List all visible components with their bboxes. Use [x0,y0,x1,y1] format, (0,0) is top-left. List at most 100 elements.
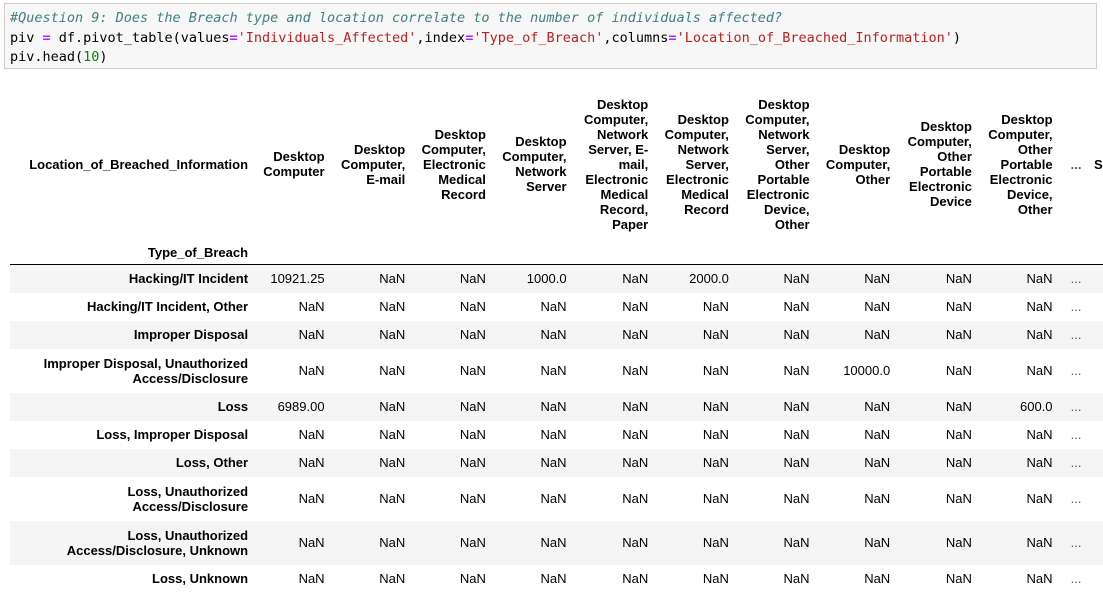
table-cell: NaN [459,399,486,414]
row-index-label: Loss, Unknown [152,571,249,586]
table-cell: 6989.00 [277,399,325,414]
row-index-label: Improper Disposal, Unauthorized Access/D… [43,355,249,386]
table-cell: 10921.25 [270,271,325,287]
row-index-label: Hacking/IT Incident, Other [86,299,249,314]
table-cell: NaN [945,455,972,470]
table-cell: NaN [783,299,810,314]
table-cell: NaN [379,535,406,550]
table-cell: NaN [622,327,649,342]
table-cell: NaN [864,399,891,414]
table-cell: NaN [864,455,891,470]
ellipsis-cell: ... [1070,571,1082,586]
table-cell: NaN [298,427,325,442]
ellipsis-cell: ... [1070,327,1082,342]
table-cell: NaN [622,571,649,586]
table-cell: NaN [622,363,649,378]
column-header: Desktop Computer, Electronic Medical Rec… [421,126,486,202]
table-cell: NaN [379,299,406,314]
table-cell: NaN [1026,271,1053,287]
table-cell: NaN [1088,565,1103,593]
table-cell: NaN [702,363,729,378]
table-cell: NaN [540,455,567,470]
table-cell: NaN [945,571,972,586]
column-header: Network Server, E-mail [1094,142,1103,172]
table-cell: NaN [945,327,972,342]
output-area: Location_of_Breached_Information Desktop… [10,88,1103,603]
ellipsis-cell: ... [1070,399,1082,414]
code-line-2: piv = df.pivot_table(values='Individuals… [10,29,962,46]
table-row: Loss, Unauthorized Access/Disclosure NaN N… [10,477,1103,521]
table-row: Loss, Unknown NaN NaN NaN NaN NaN NaN NaN NaN NaN… [10,565,1103,593]
column-header-ellipsis: ... [1070,156,1082,172]
table-row: Improper Disposal, Unauthorized Access/D… [10,349,1103,393]
table-cell: NaN [702,491,729,506]
row-index-label: Hacking/IT Incident [128,271,249,287]
row-index-label: Loss [217,399,249,414]
ellipsis-cell: ... [1070,427,1082,442]
table-cell: NaN [298,327,325,342]
table-cell: NaN [864,327,891,342]
table-cell: NaN [945,427,972,442]
table-row: Hacking/IT Incident 10921.25 NaN NaN 1000.0 N… [10,264,1103,293]
table-cell: NaN [379,427,406,442]
table-cell: NaN [459,491,486,506]
table-cell: NaN [1088,293,1103,321]
table-cell: NaN [702,455,729,470]
table-row: Improper Disposal NaN NaN NaN NaN NaN NaN NaN Na… [10,320,1103,349]
table-cell: NaN [1088,321,1103,349]
table-cell: NaN [1088,421,1103,449]
table-cell: NaN [540,571,567,586]
table-cell: NaN [298,455,325,470]
column-header: Desktop Computer, Network Server [502,134,567,194]
table-cell: NaN [1026,327,1053,342]
table-cell: NaN [945,491,972,506]
table-row: Hacking/IT Incident, Other NaN NaN NaN NaN Na… [10,293,1103,321]
row-index-label: Improper Disposal [133,327,249,342]
table-cell: NaN [1026,299,1053,314]
ellipsis-cell: ... [1070,299,1082,314]
ellipsis-cell: ... [1070,363,1082,378]
code-cell-input[interactable]: #Question 9: Does the Breach type and lo… [4,3,1097,69]
table-cell: NaN [1026,427,1053,442]
column-header: Desktop Computer, E-mail [340,141,406,187]
table-cell: NaN [298,571,325,586]
table-cell: NaN [783,491,810,506]
row-index-label: Loss, Unauthorized Access/Disclosure, Un… [66,527,249,558]
table-cell: 10000.0 [843,363,891,378]
table-cell: NaN [540,363,567,378]
table-cell: NaN [459,455,486,470]
code-line-3: piv.head(10) [10,49,108,65]
column-header: Desktop Computer, Other [825,141,891,187]
table-cell: NaN [622,271,649,287]
ellipsis-cell: ... [1070,535,1082,550]
table-cell: NaN [379,327,406,342]
table-cell: 2000.0 [689,271,729,287]
table-cell: NaN [783,455,810,470]
table-cell: NaN [298,535,325,550]
table-cell: NaN [702,299,729,314]
table-cell: NaN [1026,363,1053,378]
table-cell: NaN [864,299,891,314]
table-cell: NaN [1088,449,1103,477]
column-header: Desktop Computer, Network Server, Electr… [664,111,729,217]
table-cell: NaN [622,491,649,506]
table-cell: NaN [783,399,810,414]
table-cell: NaN [945,299,972,314]
table-cell: NaN [1088,477,1103,521]
table-cell: NaN [459,327,486,342]
table-row: Loss, Unauthorized Access/Disclosure, Un… [10,520,1103,565]
ellipsis-cell: ... [1070,271,1082,287]
table-cell: NaN [945,271,972,287]
table-cell: NaN [622,299,649,314]
table-body: Hacking/IT Incident 10921.25 NaN NaN 1000.0 N… [10,264,1103,593]
table-cell: NaN [459,363,486,378]
table-cell: NaN [379,455,406,470]
column-header-row: Location_of_Breached_Information Desktop… [10,88,1103,240]
table-cell: NaN [783,363,810,378]
table-cell: NaN [783,271,810,287]
table-cell: NaN [540,427,567,442]
table-cell: NaN [1088,521,1103,565]
table-cell: NaN [1026,491,1053,506]
table-cell: NaN [540,327,567,342]
table-cell: NaN [702,399,729,414]
